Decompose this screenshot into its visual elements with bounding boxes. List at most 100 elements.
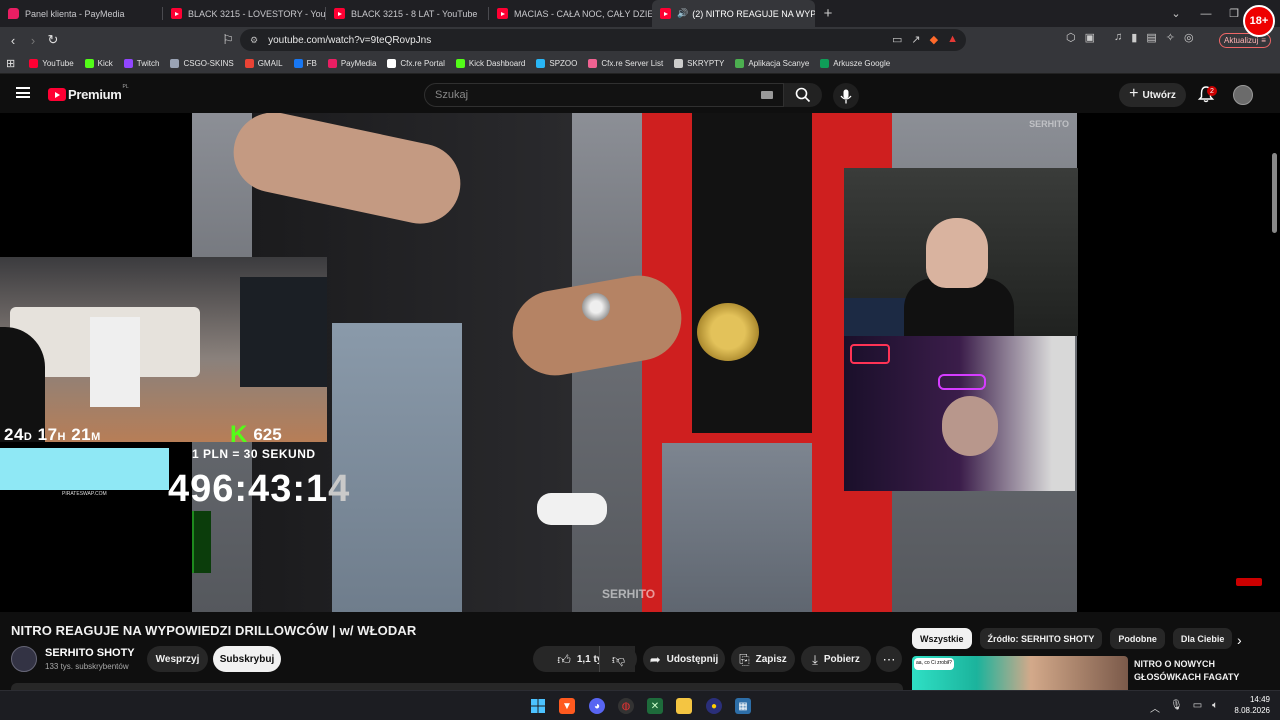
bookmark-icon[interactable]: ⚐	[218, 30, 238, 50]
address-bar[interactable]: ⚙ youtube.com/watch?v=9teQRovpJns ▭ ↗ ◆ …	[240, 29, 966, 51]
save-button[interactable]: ⎘ Zapisz	[731, 646, 795, 672]
search-input[interactable]: Szukaj	[424, 83, 784, 107]
bookmark-item[interactable]: YouTube	[29, 58, 74, 68]
chip-all[interactable]: Wszystkie	[912, 628, 972, 649]
browser-tab[interactable]: BLACK 3215 - LOVESTORY - YouTube	[163, 0, 326, 27]
bookmark-label: YouTube	[42, 58, 74, 68]
bookmark-item[interactable]: Cfx.re Server List	[588, 58, 663, 68]
bookmark-item[interactable]: Kick Dashboard	[455, 58, 525, 68]
paymedia-icon	[8, 8, 19, 19]
file-explorer-icon[interactable]	[676, 698, 692, 714]
back-icon[interactable]: ‹	[3, 30, 23, 50]
share-label: Udostępnij	[666, 653, 719, 665]
browser-tab[interactable]: MACIAS - CAŁA NOC, CAŁY DZIEŃ -	[489, 0, 652, 27]
shield-icon[interactable]: ◆	[930, 33, 938, 46]
new-tab-button[interactable]: +	[815, 5, 841, 22]
youtube-play-icon	[48, 88, 66, 101]
windows-start-icon[interactable]	[530, 698, 546, 714]
bookmark-item[interactable]: SPZOO	[536, 58, 577, 68]
sidebar-icon[interactable]: ▮	[1131, 31, 1137, 44]
avatar[interactable]	[1233, 85, 1253, 105]
bookmark-item[interactable]: CSGO-SKINS	[170, 58, 234, 68]
youtube-premium-logo[interactable]: Premium PL	[48, 84, 129, 102]
channel-avatar[interactable]	[11, 646, 37, 672]
app-icon-2[interactable]: ●	[706, 698, 722, 714]
browser-tab[interactable]: Panel klienta - PayMedia	[0, 0, 163, 27]
chip-similar[interactable]: Podobne	[1110, 628, 1165, 649]
bookmark-item[interactable]: Twitch	[123, 58, 159, 68]
bookmark-label: Arkusze Google	[833, 58, 891, 68]
reload-icon[interactable]: ↻	[43, 30, 63, 50]
youtube-watermark-icon[interactable]	[1236, 578, 1262, 586]
scrollbar-thumb[interactable]	[1272, 153, 1277, 233]
excel-icon[interactable]: ✕	[647, 698, 663, 714]
music-icon[interactable]: ♫	[1114, 31, 1122, 44]
bookmark-item[interactable]: PayMedia	[327, 58, 376, 68]
search-icon	[795, 87, 811, 103]
bookmark-item[interactable]: Cfx.re Portal	[387, 58, 445, 68]
chevron-right-icon[interactable]: ›	[1237, 632, 1242, 648]
keyboard-icon[interactable]	[761, 91, 773, 99]
recommended-video-thumbnail[interactable]: aa, co Ci zrobił?	[912, 656, 1128, 690]
download-button[interactable]: ⤓ Pobierz	[801, 646, 871, 672]
bookmark-item[interactable]: Kick	[84, 58, 113, 68]
menu-hamburger-icon[interactable]	[16, 87, 30, 98]
subathon-timer: 496:43:14	[168, 468, 350, 511]
translate-icon[interactable]: ▣	[1085, 31, 1095, 44]
app-icon[interactable]: ◍	[618, 698, 634, 714]
forward-icon[interactable]: ›	[23, 30, 43, 50]
taskbar-clock[interactable]: 14:49 8.08.2026	[1228, 694, 1270, 716]
bookmark-item[interactable]: FB	[293, 58, 317, 68]
site-info-icon[interactable]: ⚙	[250, 35, 258, 46]
windows-taskbar: ▼ ◕ ◍ ✕ ● ▦ ︿ 🎙︎ ▭ 🔈︎	[0, 690, 1280, 720]
brave-browser-icon[interactable]: ▼	[559, 698, 575, 714]
extensions-icon[interactable]: ⬡	[1066, 31, 1076, 44]
subscribe-button[interactable]: Subskrybuj	[213, 646, 281, 672]
goal-bar	[192, 511, 211, 573]
discord-icon[interactable]: ◕	[589, 698, 605, 714]
browser-tab[interactable]: BLACK 3215 - 8 LAT - YouTube	[326, 0, 489, 27]
tab-title: BLACK 3215 - LOVESTORY - YouTube	[188, 8, 326, 19]
search-button[interactable]	[784, 83, 822, 107]
chip-for-you[interactable]: Dla Ciebie	[1172, 628, 1233, 649]
bookmark-item[interactable]: Aplikacja Scanye	[735, 58, 809, 68]
rewards-icon[interactable]: ▲	[947, 33, 958, 46]
wallet-icon[interactable]: ▤	[1146, 31, 1156, 44]
microphone-tray-icon[interactable]: 🎙︎	[1170, 700, 1183, 715]
leo-icon[interactable]: ✧	[1166, 31, 1175, 44]
neon-sign-panther	[938, 374, 986, 390]
more-actions-button[interactable]: ⋯	[876, 646, 902, 672]
subscribe-label: Subskrybuj	[219, 653, 275, 665]
volume-icon[interactable]: 🔈︎	[1212, 700, 1218, 715]
dislike-button[interactable]: 👎︎	[599, 646, 637, 672]
bookmark-item[interactable]: Arkusze Google	[820, 58, 891, 68]
cast-icon[interactable]: ▭	[892, 33, 902, 46]
chip-source[interactable]: Źródło: SERHITO SHOTY	[979, 628, 1103, 649]
profile-badge[interactable]: 18+	[1243, 5, 1275, 37]
tray-chevron-icon[interactable]: ︿	[1150, 700, 1160, 715]
vpn-icon[interactable]: ◎	[1184, 31, 1194, 44]
create-button[interactable]: + Utwórz	[1119, 83, 1186, 107]
share-icon[interactable]: ↗	[911, 33, 920, 46]
tab-search-chevron-icon[interactable]: ⌄	[1161, 0, 1191, 27]
video-watermark-corner: SERHITO	[1029, 119, 1069, 129]
video-player[interactable]: SERHITO SERHITO 24D 17H 21M K 625 PIRATE…	[0, 113, 1280, 612]
update-label: Aktualizuj	[1224, 36, 1259, 45]
browser-tab-active[interactable]: 🔊 (2) NITRO REAGUJE NA WYPO ✕	[652, 0, 815, 27]
share-button[interactable]: ➦ Udostępnij	[643, 646, 725, 672]
bookmark-item[interactable]: SKRYPTY	[674, 58, 724, 68]
network-icon[interactable]: ▭	[1193, 700, 1202, 715]
bookmark-item[interactable]: GMAIL	[244, 58, 283, 68]
video-watch	[697, 303, 759, 361]
channel-name[interactable]: SERHITO SHOTY	[45, 647, 135, 659]
support-button[interactable]: Wesprzyj	[147, 646, 208, 672]
countdown-hours-unit: H	[57, 431, 66, 443]
recommended-video-title[interactable]: NITRO O NOWYCH GŁOSÓWKACH FAGATY	[1134, 658, 1274, 684]
cfx-icon	[588, 58, 598, 68]
page-scrollbar[interactable]	[1272, 113, 1278, 690]
calculator-icon[interactable]: ▦	[735, 698, 751, 714]
apps-grid-icon[interactable]: ⊞	[6, 57, 15, 70]
bookmark-label: Cfx.re Portal	[400, 58, 445, 68]
minimize-icon[interactable]: —	[1191, 0, 1221, 27]
voice-search-button[interactable]	[833, 83, 859, 109]
